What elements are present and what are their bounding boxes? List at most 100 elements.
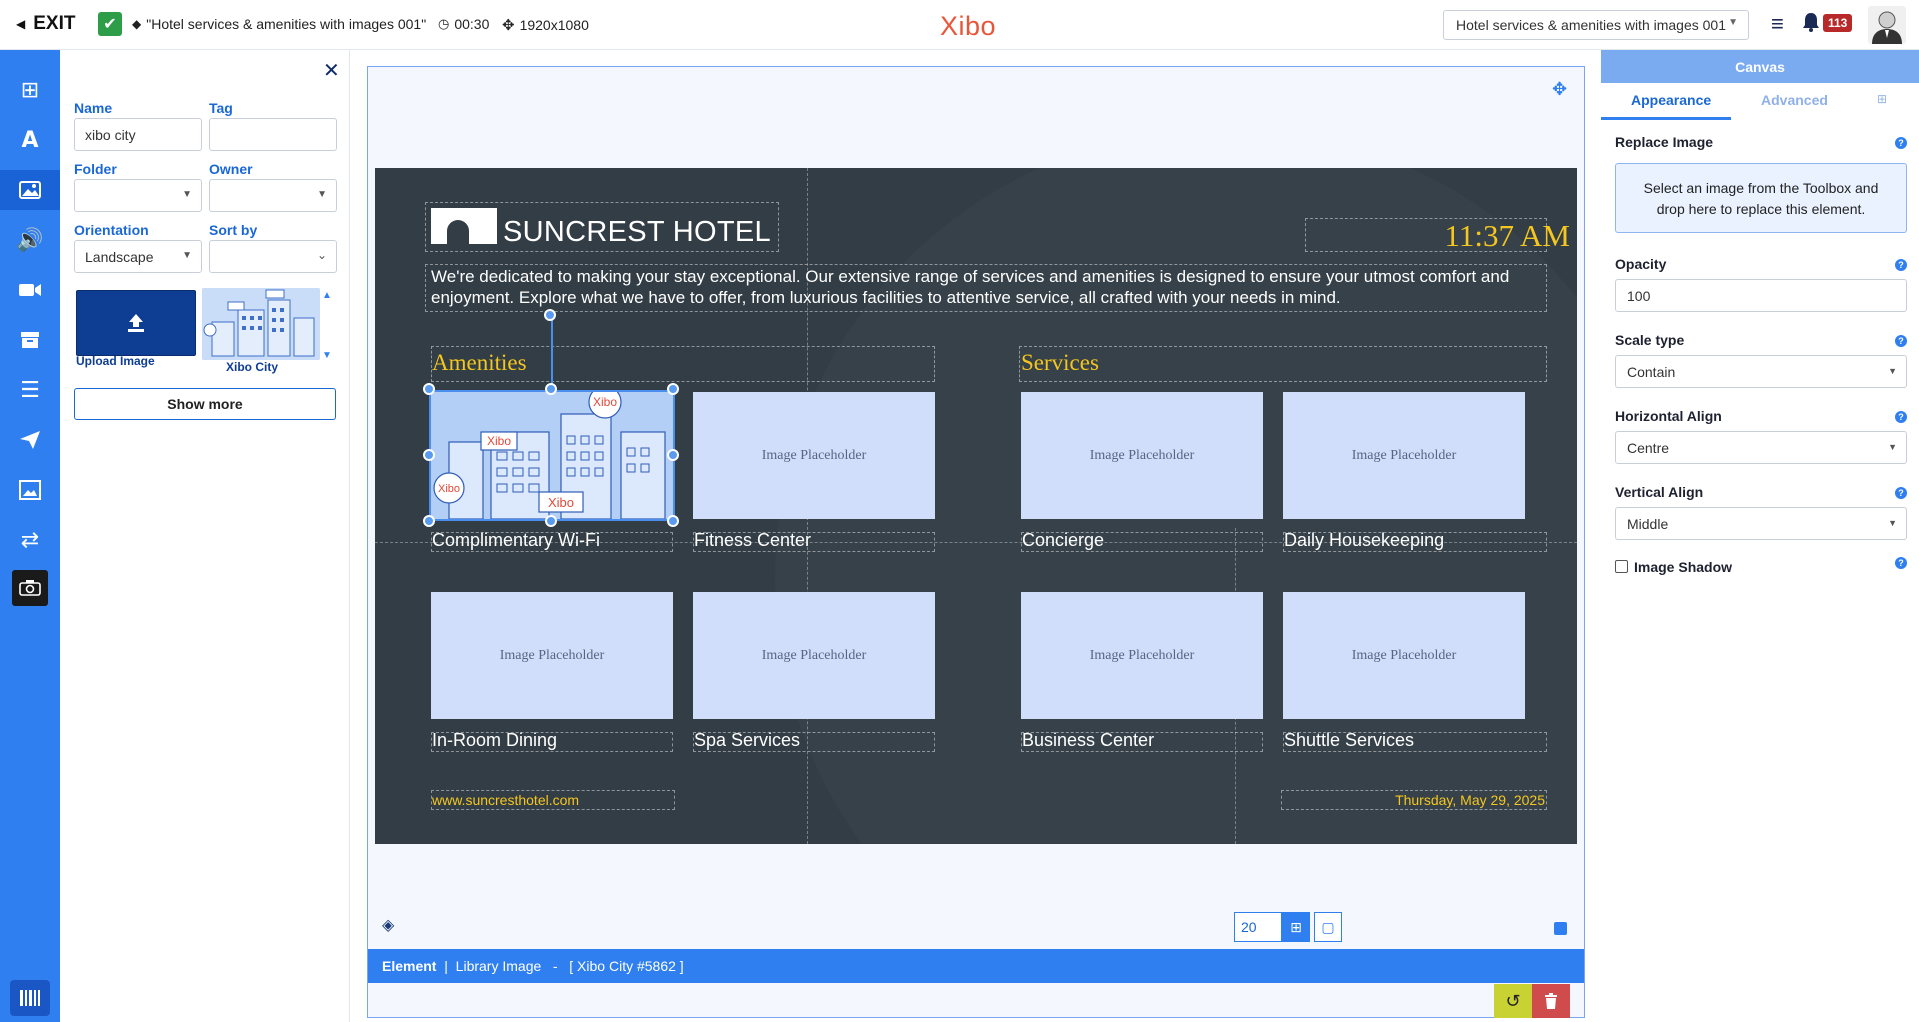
layout-canvas[interactable]: SUNCREST HOTEL 11:37 AM We're dedicated … (375, 168, 1577, 844)
help-icon[interactable]: ? (1895, 137, 1907, 149)
close-icon[interactable]: ✕ (323, 58, 340, 83)
frame-image-icon[interactable] (0, 470, 60, 510)
hamburger-menu-icon[interactable]: ≡ (1771, 13, 1784, 35)
zoom-input[interactable]: 20 (1234, 912, 1282, 942)
vertical-align-select[interactable]: Middle ▼ (1615, 507, 1907, 540)
image-icon[interactable] (0, 170, 60, 210)
undo-button[interactable]: ↺ (1494, 984, 1532, 1018)
properties-header: Canvas (1601, 50, 1919, 83)
help-icon[interactable]: ? (1895, 557, 1907, 569)
image-placeholder[interactable]: Image Placeholder (693, 592, 935, 719)
selection-status-bar: Element | Library Image - [ Xibo City #5… (368, 949, 1584, 983)
widgets-grid-icon[interactable]: ⊞ (0, 70, 60, 110)
tag-input[interactable] (209, 118, 337, 151)
horizontal-align-label: Horizontal Align (1615, 408, 1722, 424)
scale-type-label: Scale type (1615, 332, 1685, 348)
bell-icon[interactable] (1802, 12, 1820, 38)
layout-select[interactable]: Hotel services & amenities with images 0… (1443, 10, 1749, 40)
tile-label[interactable]: Business Center (1022, 730, 1154, 751)
tile-label[interactable]: Concierge (1022, 530, 1104, 551)
show-more-button[interactable]: Show more (74, 388, 336, 420)
orientation-select[interactable]: Landscape ▼ (74, 240, 202, 273)
folder-select[interactable]: ▼ (74, 179, 202, 212)
pixabay-camera-icon[interactable] (12, 570, 48, 606)
image-shadow-checkbox[interactable] (1615, 560, 1628, 573)
image-placeholder[interactable]: Image Placeholder (693, 392, 935, 519)
opacity-input[interactable]: 100 (1615, 279, 1907, 312)
tile-label[interactable]: Spa Services (694, 730, 800, 751)
send-icon[interactable] (0, 420, 60, 460)
resize-handle[interactable] (545, 383, 557, 395)
video-icon[interactable] (0, 270, 60, 310)
orientation-label: Orientation (74, 222, 149, 238)
help-icon[interactable]: ? (1895, 487, 1907, 499)
scroll-down-icon[interactable]: ▼ (322, 350, 332, 361)
upload-image-button[interactable] (76, 290, 196, 356)
image-placeholder[interactable]: Image Placeholder (1283, 592, 1525, 719)
tile-label[interactable]: Fitness Center (694, 530, 811, 551)
image-placeholder[interactable]: Image Placeholder (1283, 392, 1525, 519)
exit-button[interactable]: ◀ EXIT (16, 13, 75, 35)
notification-badge[interactable]: 113 (1823, 14, 1853, 32)
list-icon[interactable]: ☰ (0, 370, 60, 410)
resize-handle[interactable] (667, 515, 679, 527)
grid-icon[interactable]: ⊞ (1877, 92, 1887, 106)
barcode-icon[interactable] (10, 980, 50, 1016)
owner-select[interactable]: ▼ (209, 179, 337, 212)
hotel-logo[interactable] (431, 208, 497, 244)
image-placeholder[interactable]: Image Placeholder (431, 592, 673, 719)
date-text[interactable]: Thursday, May 29, 2025 (1281, 792, 1545, 808)
help-icon[interactable]: ? (1895, 411, 1907, 423)
layers-icon[interactable]: ◈ (382, 915, 394, 935)
fullscreen-icon[interactable] (1554, 922, 1567, 935)
resize-handle[interactable] (423, 515, 435, 527)
delete-button[interactable] (1532, 984, 1570, 1018)
text-icon[interactable]: A (0, 120, 60, 160)
layout-name[interactable]: ◆ "Hotel services & amenities with image… (132, 16, 426, 32)
hotel-name[interactable]: SUNCREST HOTEL (503, 216, 771, 249)
exit-label: EXIT (33, 13, 76, 34)
tab-advanced[interactable]: Advanced (1761, 92, 1828, 108)
rotate-handle[interactable] (544, 309, 556, 321)
tab-appearance[interactable]: Appearance (1631, 92, 1711, 108)
amenities-title[interactable]: Amenities (432, 350, 527, 376)
website-text[interactable]: www.suncresthotel.com (432, 792, 579, 808)
tile-label[interactable]: Daily Housekeeping (1284, 530, 1444, 551)
vertical-align-label: Vertical Align (1615, 484, 1704, 500)
upload-image-label: Upload Image (76, 354, 155, 368)
tile-label[interactable]: Complimentary Wi-Fi (432, 530, 600, 551)
resize-handle[interactable] (667, 383, 679, 395)
tile-label[interactable]: In-Room Dining (432, 730, 557, 751)
xibo-logo: Xibo (940, 11, 997, 41)
image-placeholder[interactable]: Image Placeholder (1021, 592, 1263, 719)
avatar[interactable] (1868, 6, 1906, 44)
scale-type-select[interactable]: Contain ▼ (1615, 355, 1907, 388)
sortby-select[interactable]: ⌄ (209, 240, 337, 273)
clock-icon: ◷ (438, 16, 450, 31)
image-placeholder[interactable]: Image Placeholder (1021, 392, 1263, 519)
replace-image-dropzone[interactable]: Select an image from the Toolbox and dro… (1615, 163, 1907, 233)
scroll-up-icon[interactable]: ▲ (322, 290, 332, 301)
name-input[interactable]: xibo city (74, 118, 202, 151)
upload-icon (128, 314, 144, 332)
intro-text[interactable]: We're dedicated to making your stay exce… (431, 266, 1541, 308)
swap-icon[interactable]: ⇄ (0, 520, 60, 560)
grid-view-icon[interactable]: ⊞ (1282, 912, 1310, 942)
fit-view-icon[interactable]: ▢ (1314, 912, 1342, 942)
audio-icon[interactable]: 🔊 (0, 220, 60, 260)
xibo-city-thumbnail[interactable] (202, 288, 320, 360)
resize-handle[interactable] (423, 383, 435, 395)
archive-icon[interactable] (0, 320, 60, 360)
resize-handle[interactable] (545, 515, 557, 527)
horizontal-align-select[interactable]: Centre ▼ (1615, 431, 1907, 464)
help-icon[interactable]: ? (1895, 335, 1907, 347)
image-shadow-label: Image Shadow (1634, 559, 1733, 575)
resize-handle[interactable] (423, 449, 435, 461)
help-icon[interactable]: ? (1895, 259, 1907, 271)
tile-label[interactable]: Shuttle Services (1284, 730, 1414, 751)
move-icon[interactable]: ✥ (1552, 79, 1567, 100)
clock-text[interactable]: 11:37 AM (1305, 218, 1570, 254)
services-title[interactable]: Services (1021, 350, 1099, 376)
publish-status-icon[interactable]: ✔ (98, 12, 122, 36)
resize-handle[interactable] (667, 449, 679, 461)
